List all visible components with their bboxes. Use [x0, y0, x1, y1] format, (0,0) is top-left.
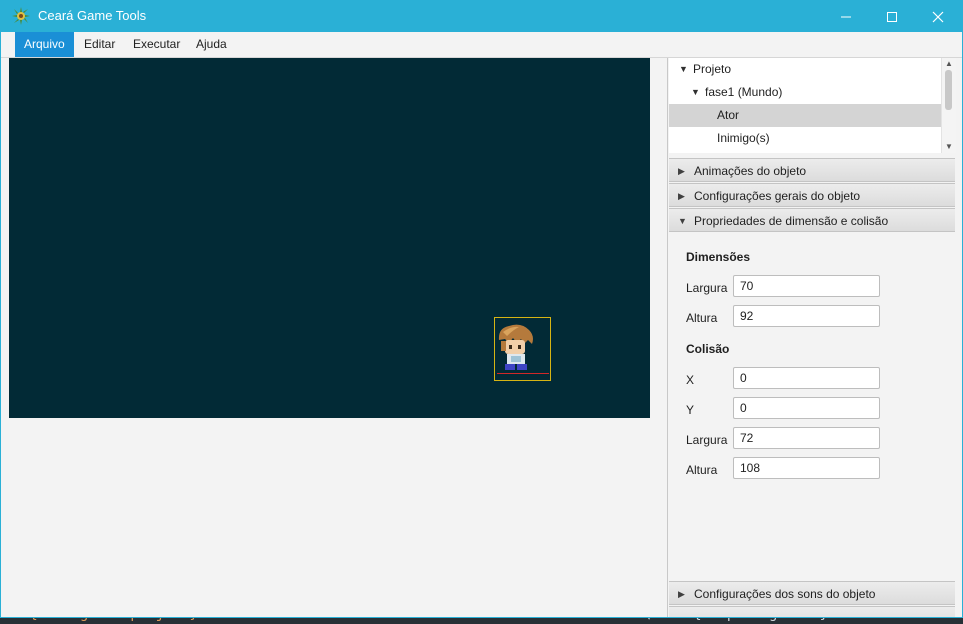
x-label: X	[686, 373, 695, 387]
section-label: Configurações gerais do objeto	[694, 189, 861, 203]
collapsed-arrow-icon: ▶	[678, 191, 685, 201]
app-window: Ceará Game Tools Arquivo Editar Executar…	[0, 0, 963, 618]
y-label: Y	[686, 403, 695, 417]
tree-item-ator[interactable]: Ator	[669, 104, 941, 127]
tree-item-fase1[interactable]: ▼ fase1 (Mundo)	[669, 81, 941, 104]
section-dimensions[interactable]: ▼ Propriedades de dimensão e colisão	[669, 208, 955, 232]
scroll-down-icon[interactable]: ▼	[945, 142, 953, 151]
expanded-arrow-icon: ▼	[678, 216, 687, 226]
menu-editar[interactable]: Editar	[75, 32, 124, 57]
section-label: Animações do objeto	[694, 164, 807, 178]
section-animations[interactable]: ▶ Animações do objeto	[669, 158, 955, 182]
tree-item-inimigo[interactable]: Inimigo(s)	[669, 127, 941, 150]
menu-bar: Arquivo Editar Executar Ajuda	[1, 32, 962, 58]
scroll-up-icon[interactable]: ▲	[945, 59, 953, 68]
tree-scrollbar[interactable]: ▲ ▼	[941, 58, 956, 153]
menu-arquivo[interactable]: Arquivo	[15, 32, 74, 57]
character-sprite-icon	[498, 324, 533, 370]
section-sounds[interactable]: ▶ Configurações dos sons do objeto	[669, 581, 955, 605]
maximize-icon	[887, 11, 897, 22]
collision-baseline	[497, 373, 549, 374]
colisao-title: Colisão	[686, 342, 730, 356]
collision-y-field[interactable]	[733, 397, 880, 419]
tree-item-label: Projeto	[693, 62, 732, 76]
tree-item-label: Ator	[717, 108, 740, 122]
collision-altura-label: Altura	[686, 463, 718, 477]
collision-x-field[interactable]	[733, 367, 880, 389]
dimensoes-title: Dimensões	[686, 250, 751, 264]
menu-ajuda[interactable]: Ajuda	[187, 32, 236, 57]
minimize-icon	[841, 16, 851, 17]
dimension-width-field[interactable]	[733, 275, 880, 297]
empty-workspace	[9, 418, 650, 617]
minimize-button[interactable]	[823, 1, 869, 32]
tree-item-label: Inimigo(s)	[717, 131, 770, 145]
actor-sprite[interactable]	[494, 317, 551, 381]
tree-item-projeto[interactable]: ▼ Projeto	[669, 58, 941, 81]
dimensions-section-body: Dimensões Largura Altura Colisão X Y Lar…	[669, 234, 955, 586]
split-divider[interactable]	[667, 58, 668, 617]
menu-executar[interactable]: Executar	[124, 32, 189, 57]
collision-height-field[interactable]	[733, 457, 880, 479]
game-canvas[interactable]	[9, 58, 650, 418]
close-button[interactable]	[915, 1, 961, 32]
project-tree: ▼ Projeto ▼ fase1 (Mundo) Ator Inimigo(s…	[669, 58, 941, 153]
section-partial[interactable]	[669, 606, 955, 617]
tree-item-label: fase1 (Mundo)	[705, 85, 783, 99]
largura-label: Largura	[686, 281, 728, 295]
properties-panel: ▼ Projeto ▼ fase1 (Mundo) Ator Inimigo(s…	[669, 58, 956, 617]
section-general[interactable]: ▶ Configurações gerais do objeto	[669, 183, 955, 207]
app-logo-icon	[11, 6, 31, 26]
collision-width-field[interactable]	[733, 427, 880, 449]
scroll-thumb[interactable]	[945, 70, 952, 110]
maximize-button[interactable]	[869, 1, 915, 32]
section-label: Configurações dos sons do objeto	[694, 587, 876, 601]
expand-arrow-icon[interactable]: ▼	[679, 58, 688, 81]
expand-arrow-icon[interactable]: ▼	[691, 81, 700, 104]
altura-label: Altura	[686, 311, 718, 325]
close-icon	[932, 11, 944, 22]
collapsed-arrow-icon: ▶	[678, 166, 685, 176]
collision-largura-label: Largura	[686, 433, 728, 447]
dimension-height-field[interactable]	[733, 305, 880, 327]
section-label: Propriedades de dimensão e colisão	[694, 214, 889, 228]
title-bar[interactable]: Ceará Game Tools	[1, 1, 962, 32]
window-title: Ceará Game Tools	[38, 8, 147, 23]
collapsed-arrow-icon: ▶	[678, 589, 685, 599]
